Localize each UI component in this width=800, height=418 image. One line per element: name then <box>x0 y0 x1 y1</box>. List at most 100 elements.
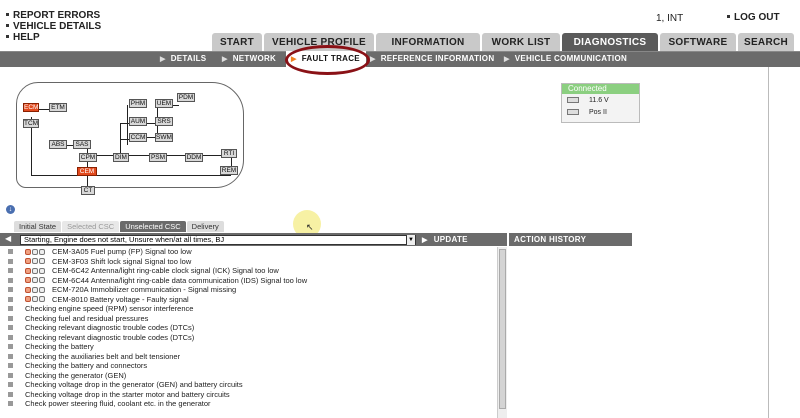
module-sas[interactable]: SAS <box>73 140 91 149</box>
chevron-down-icon[interactable]: ▼ <box>406 235 415 245</box>
module-dim[interactable]: DIM <box>113 153 129 162</box>
list-item[interactable]: Checking the generator (GEN) <box>0 371 497 381</box>
tab-information[interactable]: INFORMATION <box>376 33 480 51</box>
row-marker-icon <box>8 268 13 274</box>
module-srs[interactable]: SRS <box>155 117 173 126</box>
row-marker-icon <box>8 382 13 388</box>
module-cem[interactable]: CEM <box>77 167 97 176</box>
top-links: REPORT ERRORS VEHICLE DETAILS HELP <box>6 10 101 43</box>
status-icons <box>25 277 46 284</box>
row-marker-icon <box>8 277 13 283</box>
row-marker-icon <box>8 258 13 264</box>
module-phm[interactable]: PHM <box>129 99 147 108</box>
list-item[interactable]: CEM-8010 Battery voltage - Faulty signal <box>0 295 497 305</box>
update-button[interactable]: ▶ UPDATE <box>422 235 468 244</box>
module-ddm[interactable]: DDM <box>185 153 203 162</box>
filter-left-arrow-icon[interactable]: ◀ <box>5 234 11 243</box>
list-item[interactable]: ECM-720A Immobilizer communication - Sig… <box>0 285 497 295</box>
tab-initial-state[interactable]: Initial State <box>14 221 62 232</box>
status-icons <box>25 296 46 303</box>
module-aum[interactable]: AUM <box>129 117 147 126</box>
module-tcm[interactable]: TCM <box>23 119 39 128</box>
row-marker-icon <box>8 353 13 359</box>
list-item[interactable]: Checking fuel and residual pressures <box>0 314 497 324</box>
module-pdm[interactable]: PDM <box>177 93 195 102</box>
list-item[interactable]: Checking the battery and connectors <box>0 361 497 371</box>
fault-trace-list: CEM-3A05 Fuel pump (FP) Signal too low C… <box>0 247 497 418</box>
sub-navigation: ▶ DETAILS ▶ NETWORK ▶ REFERENCE INFORMATION… <box>0 51 800 67</box>
list-item[interactable]: CEM-6C44 Antenna/light ring-cable data c… <box>0 276 497 286</box>
connection-status: Connected <box>562 84 639 94</box>
subnav-network[interactable]: ▶ NETWORK <box>222 54 276 63</box>
module-rti[interactable]: RTI <box>221 149 237 158</box>
list-item[interactable]: CEM-6C42 Antenna/light ring-cable clock … <box>0 266 497 276</box>
list-item[interactable]: Checking the auxiliaries belt and belt t… <box>0 352 497 362</box>
module-cpm[interactable]: CPM <box>79 153 97 162</box>
status-icons <box>25 286 46 293</box>
module-swm[interactable]: SWM <box>155 133 173 142</box>
row-marker-icon <box>8 334 13 340</box>
row-marker-icon <box>8 306 13 312</box>
module-ct[interactable]: CT <box>81 186 95 195</box>
battery-icon <box>567 97 579 104</box>
tab-start[interactable]: START <box>212 33 262 51</box>
user-info: 1, INT <box>656 13 684 24</box>
row-marker-icon <box>8 372 13 378</box>
report-errors-link[interactable]: REPORT ERRORS <box>6 10 101 21</box>
symptom-select[interactable]: Starting, Engine does not start, Unsure … <box>20 235 416 245</box>
subnav-vehicle-communication[interactable]: ▶ VEHICLE COMMUNICATION <box>504 54 627 63</box>
list-item[interactable]: Checking voltage drop in the generator (… <box>0 380 497 390</box>
module-ecm[interactable]: ECM <box>23 103 39 112</box>
tab-software[interactable]: SOFTWARE <box>660 33 736 51</box>
tab-work-list[interactable]: WORK LIST <box>482 33 560 51</box>
status-icons <box>25 248 46 255</box>
list-item[interactable]: Checking the battery <box>0 342 497 352</box>
list-item[interactable]: Checking relevant diagnostic trouble cod… <box>0 333 497 343</box>
module-etm[interactable]: ETM <box>49 103 67 112</box>
row-marker-icon <box>8 344 13 350</box>
list-item[interactable]: Checking engine speed (RPM) sensor inter… <box>0 304 497 314</box>
list-item[interactable]: Check power steering fluid, coolant etc.… <box>0 399 497 409</box>
row-marker-icon <box>8 401 13 407</box>
bus-line <box>31 175 231 176</box>
tab-unselected-csc[interactable]: Unselected CSC <box>120 221 186 232</box>
module-ccm[interactable]: CCM <box>129 133 147 142</box>
key-icon <box>567 109 579 116</box>
module-psm[interactable]: PSM <box>149 153 167 162</box>
bus-line <box>120 155 230 156</box>
expand-down-icon[interactable]: ↓ <box>6 205 15 214</box>
mouse-pointer-icon: ↖ <box>306 222 314 232</box>
scrollbar-thumb[interactable] <box>499 249 506 409</box>
vehicle-details-link[interactable]: VEHICLE DETAILS <box>6 21 101 32</box>
action-history-header: ACTION HISTORY <box>509 233 632 246</box>
tab-diagnostics[interactable]: DIAGNOSTICS <box>562 33 658 51</box>
list-item[interactable]: Checking relevant diagnostic trouble cod… <box>0 323 497 333</box>
row-marker-icon <box>8 287 13 293</box>
tab-delivery[interactable]: Delivery <box>186 221 224 232</box>
symptom-filter-bar: ◀ Starting, Engine does not start, Unsur… <box>0 233 507 246</box>
key-position-row: Pos II <box>567 109 607 116</box>
tab-selected-csc[interactable]: Selected CSC <box>62 221 120 232</box>
list-scrollbar[interactable] <box>497 247 507 418</box>
list-item[interactable]: CEM-3A05 Fuel pump (FP) Signal too low <box>0 247 497 257</box>
tab-search[interactable]: SEARCH <box>738 33 794 51</box>
connection-panel: Connected 11.6 V Pos II <box>561 83 640 123</box>
list-item[interactable]: CEM-3F03 Shift lock signal Signal too lo… <box>0 257 497 267</box>
module-rem[interactable]: REM <box>220 166 238 175</box>
help-link[interactable]: HELP <box>6 32 101 43</box>
page-border-line <box>768 33 769 418</box>
status-icons <box>25 267 46 274</box>
subnav-details[interactable]: ▶ DETAILS <box>160 54 206 63</box>
list-item[interactable]: Checking voltage drop in the starter mot… <box>0 390 497 400</box>
csc-tabs: Initial State Selected CSC Unselected CS… <box>14 221 225 232</box>
row-marker-icon <box>8 363 13 369</box>
row-marker-icon <box>8 391 13 397</box>
row-marker-icon <box>8 249 13 255</box>
row-marker-icon <box>8 325 13 331</box>
highlight-circle-annotation <box>285 45 370 75</box>
module-uem[interactable]: UEM <box>155 99 173 108</box>
module-abs[interactable]: ABS <box>49 140 67 149</box>
logout-link[interactable]: LOG OUT <box>727 12 780 23</box>
subnav-reference-information[interactable]: ▶ REFERENCE INFORMATION <box>370 54 494 63</box>
battery-voltage-row: 11.6 V <box>567 97 609 104</box>
